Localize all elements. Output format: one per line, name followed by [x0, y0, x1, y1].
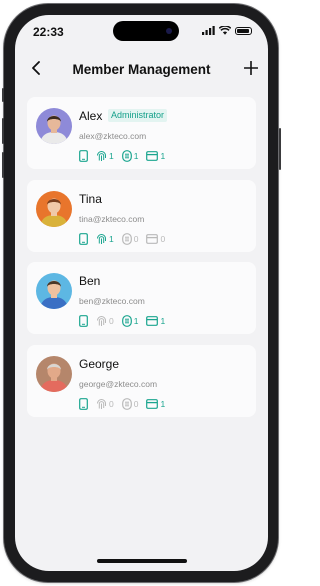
phone-icon	[79, 232, 88, 245]
wifi-icon	[219, 26, 231, 35]
credential-phone	[79, 232, 88, 245]
member-card[interactable]: Ben ben@zkteco.com 0 1 1	[27, 262, 256, 334]
credential-fingerprint: 1	[96, 150, 114, 162]
signal-icon	[202, 26, 215, 35]
credential-count: 1	[109, 151, 114, 161]
avatar	[36, 355, 72, 392]
credential-fingerprint: 0	[96, 315, 114, 327]
face-icon	[121, 397, 132, 410]
avatar	[36, 273, 72, 309]
credential-fingerprint: 0	[96, 398, 114, 410]
member-email: ben@zkteco.com	[79, 296, 145, 306]
credential-card: 0	[146, 234, 165, 244]
credential-phone	[79, 150, 88, 162]
face-icon	[121, 150, 132, 162]
dynamic-island	[113, 21, 179, 41]
fingerprint-icon	[96, 398, 107, 410]
credential-count: 0	[109, 316, 114, 326]
credential-face: 1	[121, 315, 139, 327]
nav-header: Member Management	[15, 49, 268, 89]
plus-icon	[244, 61, 258, 75]
credential-count: 1	[133, 316, 139, 326]
member-name: George	[79, 356, 120, 371]
app-screen: 22:33 Member Management Alex Administrat…	[15, 15, 268, 571]
credential-count: 0	[133, 233, 139, 244]
credential-count: 0	[160, 233, 166, 244]
fingerprint-icon	[96, 150, 107, 162]
credential-face: 0	[121, 232, 139, 245]
face-icon	[121, 315, 132, 327]
member-email: tina@zkteco.com	[79, 213, 145, 224]
card-icon	[146, 316, 159, 326]
page-title: Member Management	[72, 62, 211, 77]
credential-row: 1 1 1	[79, 150, 173, 162]
member-email: george@zkteco.com	[79, 378, 158, 389]
member-card[interactable]: Tina tina@zkteco.com 1 0 0	[27, 179, 256, 252]
credential-row: 0 1 1	[79, 315, 173, 327]
phone-icon	[79, 397, 88, 410]
role-badge: Administrator	[108, 109, 168, 122]
face-icon	[121, 232, 132, 245]
member-email: alex@zkteco.com	[79, 131, 147, 141]
fingerprint-icon	[96, 315, 107, 327]
battery-icon	[235, 26, 252, 35]
credential-row: 1 0 0	[79, 232, 173, 245]
status-time: 22:33	[33, 25, 64, 39]
credential-card: 1	[146, 399, 165, 409]
member-name: Tina	[79, 191, 102, 206]
status-icons	[202, 26, 252, 35]
avatar	[36, 108, 72, 144]
credential-card: 1	[146, 151, 165, 161]
card-icon	[146, 233, 159, 244]
fingerprint-icon	[96, 233, 107, 245]
status-bar: 22:33	[15, 15, 268, 49]
credential-count: 1	[160, 151, 166, 161]
power-button	[279, 128, 281, 170]
member-card[interactable]: Alex Administrator alex@zkteco.com 1 1 1	[27, 97, 256, 169]
card-icon	[146, 398, 159, 409]
credential-fingerprint: 1	[96, 233, 114, 245]
credential-count: 1	[160, 316, 166, 326]
credential-card: 1	[146, 316, 165, 326]
card-icon	[146, 151, 159, 161]
volume-up-button	[2, 118, 4, 144]
home-indicator[interactable]	[97, 559, 187, 563]
member-card[interactable]: George george@zkteco.com 0 0 1	[27, 344, 256, 417]
member-name: Ben	[79, 274, 101, 288]
credential-count: 1	[133, 151, 139, 161]
volume-down-button	[2, 152, 4, 178]
member-name: Alex	[79, 109, 103, 123]
phone-icon	[79, 150, 88, 162]
add-member-button[interactable]	[240, 57, 262, 79]
credential-phone	[79, 315, 88, 327]
credential-count: 1	[109, 233, 114, 244]
credential-face: 1	[121, 150, 139, 162]
credential-count: 0	[109, 398, 114, 409]
avatar	[36, 190, 72, 227]
credential-count: 1	[160, 398, 166, 409]
credential-face: 0	[121, 397, 139, 410]
phone-icon	[79, 315, 88, 327]
credential-count: 0	[133, 398, 139, 409]
member-list: Alex Administrator alex@zkteco.com 1 1 1 Tina t…	[27, 97, 256, 427]
mute-switch	[2, 88, 4, 102]
credential-row: 0 0 1	[79, 397, 173, 410]
credential-phone	[79, 397, 88, 410]
